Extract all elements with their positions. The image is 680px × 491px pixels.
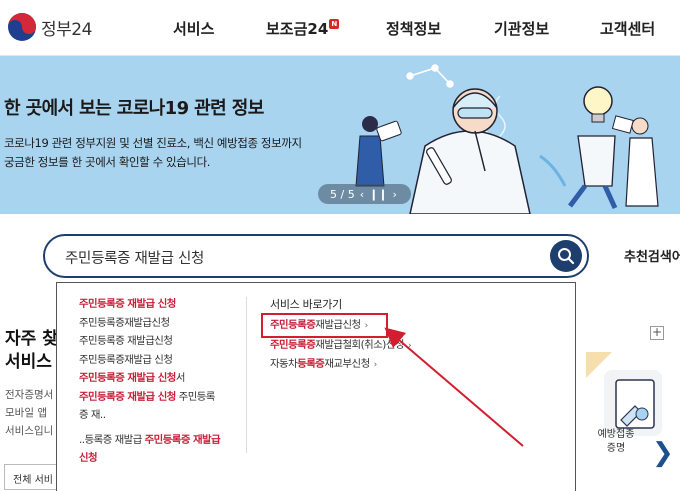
section-title: 자주 찾 서비스 xyxy=(5,328,58,374)
new-badge: N xyxy=(329,19,340,29)
divider xyxy=(246,297,247,453)
suggestion-item[interactable]: 주민등록증 재발급 신청 주민등록 xyxy=(79,388,249,407)
service-cards-section: + 예방접종 증명 ❯ xyxy=(566,310,680,491)
nav-subsidy-label: 보조금24 xyxy=(266,20,329,38)
chevron-right-icon: › xyxy=(373,360,378,370)
suggestion-item[interactable]: 주민등록증 재발급 신청 xyxy=(79,295,249,314)
covid-banner[interactable]: 한 곳에서 보는 코로나19 관련 정보 코로나19 관련 정부지원 및 선별 … xyxy=(0,56,680,214)
annotation-highlight-box xyxy=(261,313,388,338)
section-title-line2: 서비스 xyxy=(5,352,52,372)
pause-icon[interactable]: ❙❙ xyxy=(369,188,387,201)
banner-desc-line2: 궁금한 정보를 한 곳에서 확인할 수 있습니다. xyxy=(4,155,211,169)
search-input[interactable] xyxy=(65,246,525,268)
section-desc-line1: 전자증명서 xyxy=(5,389,54,401)
suggestion-item[interactable]: 주민등록증재발급 신청 xyxy=(79,351,249,370)
suggestion-item[interactable]: 주민등록증재발급신청 xyxy=(79,314,249,333)
suggestion-item[interactable]: 주민등록증 재발급신청 xyxy=(79,332,249,351)
main-nav: 서비스 보조금24 N 정책정보 기관정보 고객센터 xyxy=(0,18,680,38)
nav-policy[interactable]: 정책정보 xyxy=(386,18,441,39)
suggestion-item-continued[interactable]: 증 재.. xyxy=(79,406,249,425)
banner-description: 코로나19 관련 정부지원 및 선별 진료소, 백신 예방접종 정보까지 궁금한… xyxy=(4,134,302,172)
banner-title: 한 곳에서 보는 코로나19 관련 정보 xyxy=(4,98,264,119)
section-title-line1: 자주 찾 xyxy=(5,329,58,349)
nav-services[interactable]: 서비스 xyxy=(173,18,214,39)
more-button[interactable]: + xyxy=(650,326,664,340)
service-shortcuts-heading: 서비스 바로가기 xyxy=(270,298,342,311)
chevron-right-icon[interactable]: › xyxy=(393,188,397,201)
suggestion-item-continued[interactable]: 신청 xyxy=(79,449,249,468)
chevron-right-icon[interactable]: ❯ xyxy=(652,438,674,468)
search-box xyxy=(43,234,589,278)
card-label-line2: 증명 xyxy=(606,443,626,454)
recommended-keywords-label[interactable]: 추천검색어 xyxy=(624,246,680,265)
pager-count: 5 / 5 xyxy=(330,187,355,201)
card-label-line1: 예방접종 xyxy=(597,429,635,440)
top-header: 정부24 서비스 보조금24 N 정책정보 기관정보 고객센터 xyxy=(0,0,680,56)
nav-agency[interactable]: 기관정보 xyxy=(494,18,549,39)
chevron-left-icon[interactable]: ‹ xyxy=(360,188,364,201)
nav-customer-center[interactable]: 고객센터 xyxy=(600,18,655,39)
search-icon xyxy=(558,248,575,265)
banner-desc-line1: 코로나19 관련 정부지원 및 선별 진료소, 백신 예방접종 정보까지 xyxy=(4,136,302,150)
section-desc-line3: 서비스입니 xyxy=(5,425,54,437)
card-label: 예방접종 증명 xyxy=(566,428,666,456)
search-button[interactable] xyxy=(550,240,582,272)
section-desc-line2: 모바일 앱 xyxy=(5,407,47,419)
chevron-right-icon: › xyxy=(407,340,412,351)
service-shortcut-item[interactable]: 주민등록증재발급철회(취소)신청 › xyxy=(270,336,560,356)
service-shortcut-item[interactable]: 자동차등록증재교부신청 › xyxy=(270,355,560,375)
banner-pager: 5 / 5 ‹ ❙❙ › xyxy=(318,184,411,204)
section-description: 전자증명서 모바일 앱 서비스입니 xyxy=(5,386,53,440)
nav-subsidy[interactable]: 보조금24 N xyxy=(266,18,340,39)
service-filter-select[interactable]: 전체 서비 xyxy=(4,464,64,490)
suggestion-item[interactable]: ..등록증 재발급 주민등록증 재발급 xyxy=(79,431,249,450)
frequent-services-section: 자주 찾 서비스 전자증명서 모바일 앱 서비스입니 전체 서비 xyxy=(0,310,64,491)
suggestion-list: 주민등록증 재발급 신청 주민등록증재발급신청 주민등록증 재발급신청 주민등록… xyxy=(79,295,249,468)
suggestion-item[interactable]: 주민등록증 재발급 신청서 xyxy=(79,369,249,388)
